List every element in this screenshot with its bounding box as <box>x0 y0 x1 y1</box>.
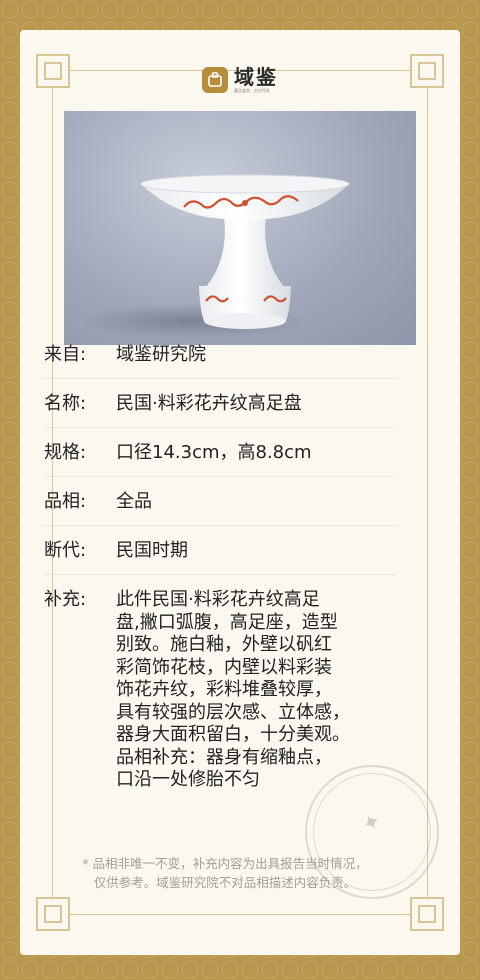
info-row-dating: 断代: 民国时期 <box>44 526 396 575</box>
field-value: 民国·料彩花卉纹高足盘 <box>116 393 302 414</box>
supplement-line: 品相补充：器身有缩釉点， <box>116 746 332 768</box>
brand-logo: 域鉴 藏品鉴赏 · 文化传承 <box>202 66 278 94</box>
info-list: 来自: 域鉴研究院 名称: 民国·料彩花卉纹高足盘 规格: 口径14.3cm，高… <box>44 330 396 805</box>
field-value: 民国时期 <box>116 540 188 561</box>
corner-ornament-bottom-right <box>410 897 444 931</box>
field-label: 名称: <box>44 393 87 414</box>
supplement-line: 饰花卉纹，彩料堆叠较厚， <box>116 679 332 700</box>
supplement-text: 此件民国·料彩花卉纹高足 盘,撇口弧腹，高足座，造型 别致。施白釉，外壁以矾红 … <box>116 589 396 792</box>
field-value: 全品 <box>116 491 152 512</box>
field-label: 品相: <box>44 491 87 512</box>
brand-mark-icon <box>202 67 228 93</box>
field-value: 域鉴研究院 <box>116 344 206 365</box>
disclaimer: * 品相非唯一不变，补充内容为出具报告当时情况， 仅供参考。域鉴研究院不对品相描… <box>44 854 406 892</box>
supplement-line: 彩简饰花枝，内壁以料彩装 <box>116 656 332 678</box>
corner-ornament-top-left <box>36 54 70 88</box>
stem-dish-illustration <box>79 174 350 339</box>
field-label: 断代: <box>44 540 87 561</box>
supplement-line: 此件民国·料彩花卉纹高足 <box>116 589 320 610</box>
corner-ornament-bottom-left <box>36 897 70 931</box>
brand-name: 域鉴 <box>234 65 278 89</box>
field-value: 口径14.3cm，高8.8cm <box>116 442 312 463</box>
supplement-line: 具有较强的层次感、立体感， <box>116 701 350 723</box>
frame-line-right <box>427 88 428 897</box>
supplement-line: 器身大面积留白，十分美观。 <box>116 724 350 745</box>
info-row-condition: 品相: 全品 <box>44 477 396 526</box>
corner-ornament-top-right <box>410 54 444 88</box>
seal-glyph: ✦ <box>357 808 387 839</box>
field-label: 补充: <box>44 589 87 610</box>
info-row-size: 规格: 口径14.3cm，高8.8cm <box>44 428 396 477</box>
info-row-source: 来自: 域鉴研究院 <box>44 330 396 379</box>
supplement-line: 别致。施白釉，外壁以矾红 <box>116 634 332 655</box>
frame-line-bottom <box>70 914 410 915</box>
field-label: 规格: <box>44 442 87 463</box>
brand-tagline: 藏品鉴赏 · 文化传承 <box>234 88 270 93</box>
info-row-name: 名称: 民国·料彩花卉纹高足盘 <box>44 379 396 428</box>
disclaimer-line: * 品相非唯一不变，补充内容为出具报告当时情况， <box>82 856 368 871</box>
disclaimer-line: 仅供参考。域鉴研究院不对品相描述内容负责。 <box>93 875 357 890</box>
item-photo <box>64 111 416 345</box>
supplement-line: 盘,撇口弧腹，高足座，造型 <box>116 611 338 633</box>
field-label: 来自: <box>44 344 87 365</box>
